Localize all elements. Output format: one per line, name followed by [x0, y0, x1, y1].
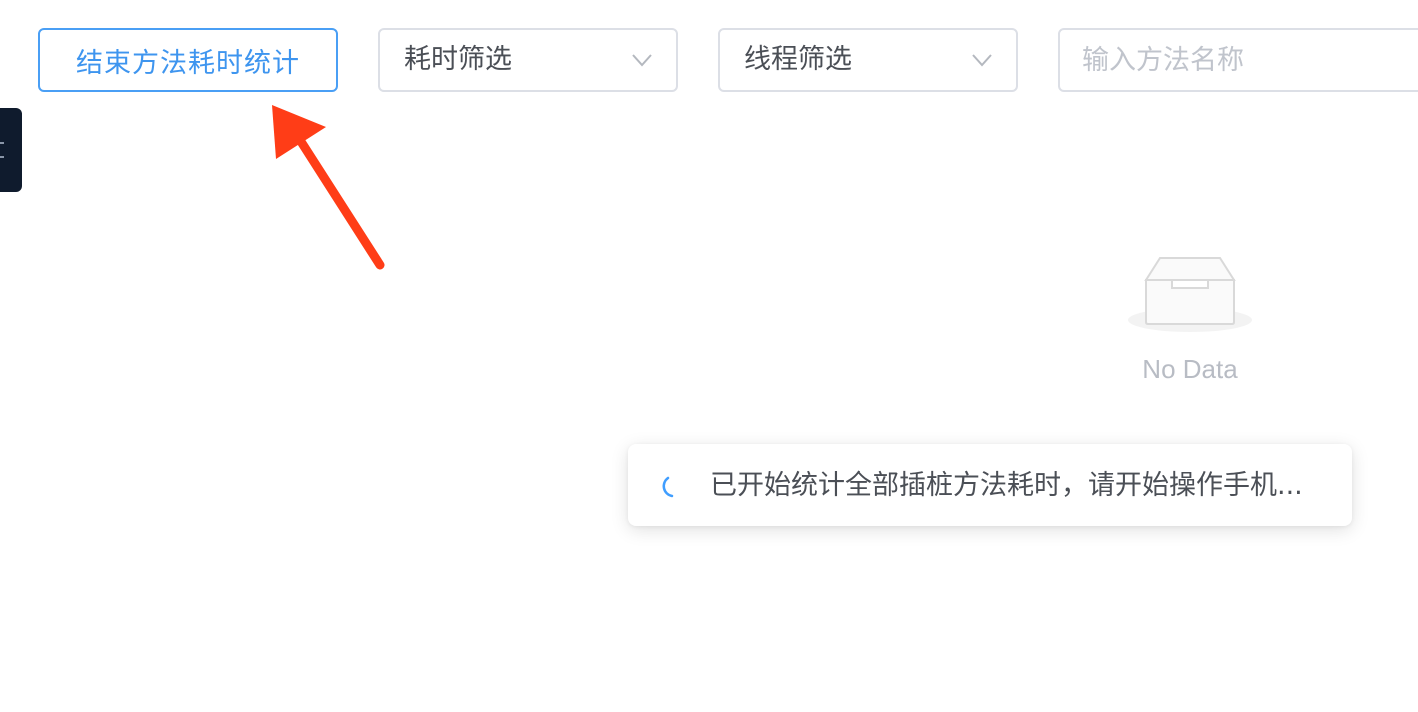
inbox-empty-icon [1128, 257, 1252, 332]
side-drawer-tab[interactable] [0, 108, 22, 192]
thread-filter-label: 线程筛选 [744, 44, 852, 75]
empty-state-text: No Data [1142, 354, 1238, 384]
stop-method-timing-button[interactable]: 结束方法耗时统计 [38, 28, 338, 92]
time-filter-label: 耗时筛选 [404, 44, 512, 75]
method-name-search-input[interactable] [1058, 28, 1418, 92]
loading-spinner-icon [662, 476, 674, 498]
time-filter-select[interactable]: 耗时筛选 [378, 28, 678, 92]
toast-notification: 已开始统计全部插桩方法耗时，请开始操作手机... [628, 444, 1352, 526]
chevron-down-icon [632, 54, 652, 67]
red-arrow-icon [272, 105, 385, 270]
toast-message: 已开始统计全部插桩方法耗时，请开始操作手机... [710, 470, 1303, 501]
grip-icon [0, 142, 4, 158]
thread-filter-select[interactable]: 线程筛选 [718, 28, 1018, 92]
app-root: 结束方法耗时统计 耗时筛选 线程筛选 No Data 已开始统计全部插桩方法耗时… [0, 0, 1418, 712]
chevron-down-icon [972, 54, 992, 67]
